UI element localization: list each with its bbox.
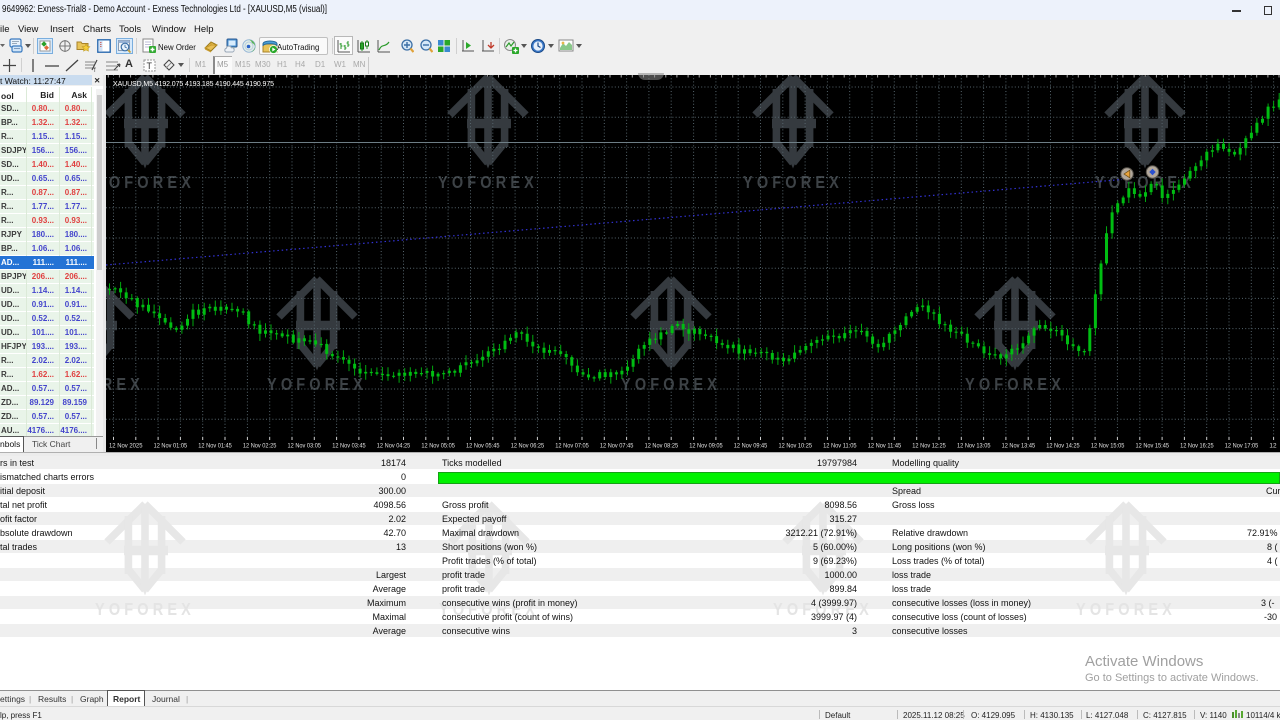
svg-text:12 Nov 05:45: 12 Nov 05:45 <box>466 443 500 450</box>
svg-text:12 Nov 09:05: 12 Nov 09:05 <box>689 443 723 450</box>
svg-text:12 Nov 03:45: 12 Nov 03:45 <box>332 443 366 450</box>
svg-text:12 Nov 13:05: 12 Nov 13:05 <box>957 443 991 450</box>
svg-text:12 Nov 11:05: 12 Nov 11:05 <box>823 443 857 450</box>
svg-text:12 Nov 03:05: 12 Nov 03:05 <box>288 443 322 450</box>
svg-text:12 Nov 05:05: 12 Nov 05:05 <box>421 443 455 450</box>
svg-text:12 Nov 04:25: 12 Nov 04:25 <box>377 443 411 450</box>
svg-text:12 Nov 07:45: 12 Nov 07:45 <box>600 443 634 450</box>
svg-text:XAUUSD,M5 4192.075 4193.185 4: XAUUSD,M5 4192.075 4193.185 4190.445 419… <box>113 81 274 88</box>
svg-text:12 Nov 06:25: 12 Nov 06:25 <box>511 443 545 450</box>
svg-text:12 Nov 13:45: 12 Nov 13:45 <box>1002 443 1036 450</box>
svg-text:12 Nov 2025: 12 Nov 2025 <box>109 443 143 450</box>
svg-text:12: 12 <box>1269 443 1277 450</box>
svg-text:12 Nov 07:05: 12 Nov 07:05 <box>555 443 589 450</box>
svg-text:12 Nov 02:25: 12 Nov 02:25 <box>243 443 277 450</box>
svg-text:T: T <box>147 61 153 71</box>
svg-text:12 Nov 10:25: 12 Nov 10:25 <box>779 443 813 450</box>
svg-text:12 Nov 01:45: 12 Nov 01:45 <box>198 443 232 450</box>
svg-text:12 Nov 11:45: 12 Nov 11:45 <box>868 443 902 450</box>
svg-text:12 Nov 14:25: 12 Nov 14:25 <box>1046 443 1080 450</box>
svg-text:12 Nov 12:25: 12 Nov 12:25 <box>912 443 946 450</box>
svg-text:12 Nov 01:05: 12 Nov 01:05 <box>154 443 188 450</box>
svg-text:12 Nov 09:45: 12 Nov 09:45 <box>734 443 768 450</box>
svg-text:12 Nov 15:45: 12 Nov 15:45 <box>1136 443 1170 450</box>
svg-text:12 Nov 16:25: 12 Nov 16:25 <box>1180 443 1214 450</box>
svg-text:12 Nov 08:25: 12 Nov 08:25 <box>645 443 679 450</box>
svg-text:12 Nov 17:05: 12 Nov 17:05 <box>1225 443 1259 450</box>
svg-text:f: f <box>94 68 96 72</box>
svg-text:12 Nov 15:05: 12 Nov 15:05 <box>1091 443 1125 450</box>
